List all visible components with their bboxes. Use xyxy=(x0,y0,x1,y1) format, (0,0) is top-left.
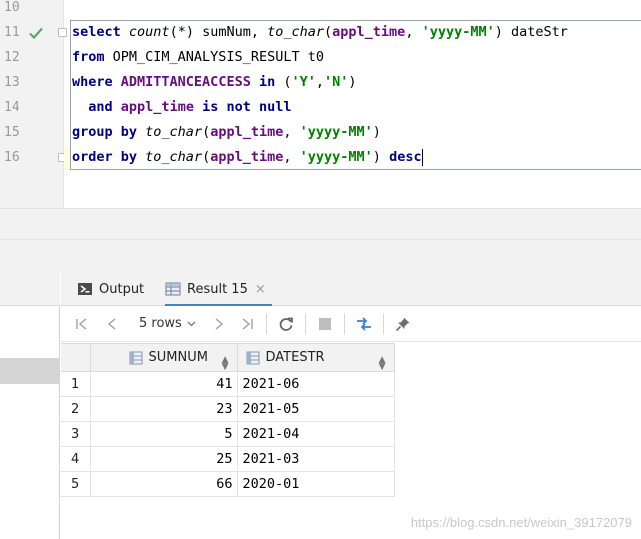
table-row[interactable]: 4 25 2021-03 xyxy=(61,446,395,472)
column-header-label: SUMNUM xyxy=(148,350,208,365)
row-number: 1 xyxy=(61,371,91,397)
code-area[interactable]: select count(*) sumNum, to_char(appl_tim… xyxy=(64,0,641,208)
cell-datestr[interactable]: 2021-04 xyxy=(236,421,395,447)
row-number-header xyxy=(61,343,91,372)
results-panel: Output Result 15 × 5 rows SUMNUM ▲ ▼ DAT… xyxy=(61,272,641,539)
toolbar-separator xyxy=(343,313,345,334)
table-icon xyxy=(165,281,181,297)
line-number: 16 xyxy=(4,150,20,165)
tab-result-label: Result 15 xyxy=(187,281,248,297)
services-tree-pane xyxy=(0,272,60,539)
rows-count-dropdown[interactable]: 5 rows xyxy=(139,316,196,331)
code-line-3: where ADMITTANCEACCESS in ('Y','N') xyxy=(72,74,357,90)
code-line-1: select count(*) sumNum, to_char(appl_tim… xyxy=(72,24,568,40)
tab-result-15[interactable]: Result 15 × xyxy=(165,272,272,307)
panel-splitter[interactable] xyxy=(0,208,641,272)
sql-editor[interactable]: 10 11 12 13 14 15 16 select count(*) sum… xyxy=(0,0,641,208)
watermark: https://blog.csdn.net/weixin_39172079 xyxy=(410,515,632,530)
line-number: 10 xyxy=(4,0,20,15)
compare-icon[interactable] xyxy=(351,312,377,336)
column-icon xyxy=(129,351,143,365)
line-number: 12 xyxy=(4,50,20,65)
stop-icon[interactable] xyxy=(312,312,338,336)
code-line-2: from OPM_CIM_ANALYSIS_RESULT t0 xyxy=(72,49,324,65)
console-icon xyxy=(77,281,93,297)
close-icon[interactable]: × xyxy=(255,282,266,297)
column-header-datestr[interactable]: DATESTR ▲ ▼ xyxy=(236,343,395,372)
table-row[interactable]: 5 66 2020-01 xyxy=(61,471,395,497)
row-number: 5 xyxy=(61,471,91,497)
rows-count-label: 5 rows xyxy=(139,316,182,331)
sort-icon[interactable]: ▲ ▼ xyxy=(379,356,386,372)
table-row[interactable]: 3 5 2021-04 xyxy=(61,421,395,447)
cell-sumnum[interactable]: 23 xyxy=(89,396,238,422)
services-pane-header xyxy=(0,272,60,306)
row-number: 3 xyxy=(61,421,91,447)
check-icon[interactable] xyxy=(28,20,44,45)
cell-datestr[interactable]: 2021-05 xyxy=(236,396,395,422)
column-header-label: DATESTR xyxy=(265,350,325,365)
result-grid: SUMNUM ▲ ▼ DATESTR ▲ ▼ 1 41 2021-06 2 23… xyxy=(61,343,395,497)
line-number: 15 xyxy=(4,125,20,140)
column-icon xyxy=(246,351,260,365)
toolbar-separator xyxy=(265,313,267,334)
toolbar-separator xyxy=(304,313,306,334)
toolbar-separator xyxy=(382,313,384,334)
table-row[interactable]: 2 23 2021-05 xyxy=(61,396,395,422)
sort-icon[interactable]: ▲ ▼ xyxy=(222,356,229,372)
refresh-icon[interactable] xyxy=(273,312,299,336)
text-caret xyxy=(421,148,423,166)
prev-page-icon[interactable] xyxy=(99,312,125,336)
chevron-down-icon xyxy=(187,321,196,326)
selected-tree-item[interactable] xyxy=(0,358,60,384)
first-page-icon[interactable] xyxy=(69,312,95,336)
results-tabs: Output Result 15 × xyxy=(61,272,641,307)
results-toolbar: 5 rows xyxy=(61,306,641,342)
table-row[interactable]: 1 41 2021-06 xyxy=(61,371,395,397)
cell-sumnum[interactable]: 41 xyxy=(89,371,238,397)
column-header-sumnum[interactable]: SUMNUM ▲ ▼ xyxy=(89,343,238,372)
cell-sumnum[interactable]: 5 xyxy=(89,421,238,447)
line-number: 13 xyxy=(4,75,20,90)
code-line-6: order by to_char(appl_time, 'yyyy-MM') d… xyxy=(72,148,423,166)
next-page-icon[interactable] xyxy=(206,312,232,336)
cell-datestr[interactable]: 2021-03 xyxy=(236,446,395,472)
tab-output-label: Output xyxy=(99,281,145,297)
line-number: 11 xyxy=(4,25,20,40)
editor-gutter: 10 11 12 13 14 15 16 xyxy=(0,0,67,208)
row-number: 4 xyxy=(61,446,91,472)
pin-icon[interactable] xyxy=(390,312,416,336)
splitter-divider xyxy=(0,239,641,240)
last-page-icon[interactable] xyxy=(234,312,260,336)
cell-datestr[interactable]: 2021-06 xyxy=(236,371,395,397)
cell-sumnum[interactable]: 25 xyxy=(89,446,238,472)
code-line-4: and appl_time is not null xyxy=(88,99,292,115)
cell-sumnum[interactable]: 66 xyxy=(89,471,238,497)
tab-output[interactable]: Output xyxy=(77,272,144,306)
cell-datestr[interactable]: 2020-01 xyxy=(236,471,395,497)
line-number: 14 xyxy=(4,100,20,115)
row-number: 2 xyxy=(61,396,91,422)
code-line-5: group by to_char(appl_time, 'yyyy-MM') xyxy=(72,124,381,140)
